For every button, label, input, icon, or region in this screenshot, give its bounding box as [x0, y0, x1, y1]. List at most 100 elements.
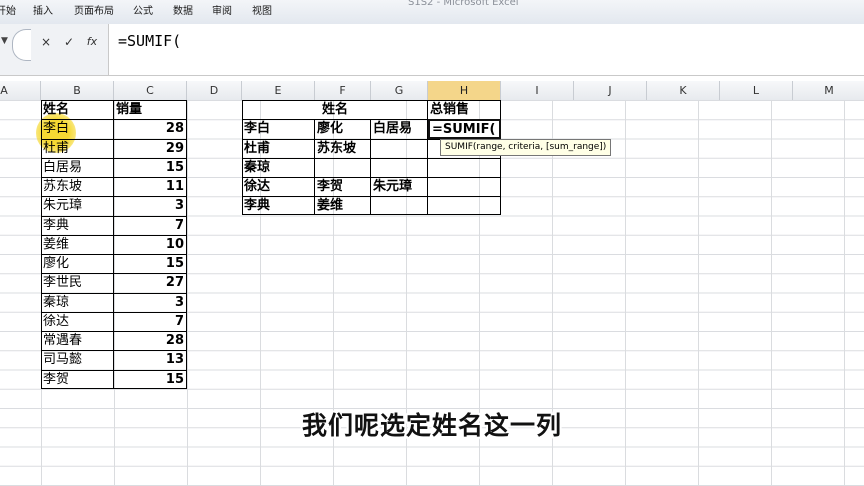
name-cell[interactable]: 李典	[41, 216, 114, 235]
lookup-name-cell[interactable]: 李贺	[315, 177, 371, 196]
name-cell[interactable]: 李白	[41, 119, 114, 138]
lookup-name-cell[interactable]	[371, 158, 428, 177]
sales-cell[interactable]: 13	[114, 350, 187, 369]
header-name-cell[interactable]: 姓名	[41, 100, 114, 119]
function-tooltip: SUMIF(range, criteria, [sum_range])	[440, 139, 612, 156]
table-row-line	[41, 177, 187, 178]
column-header-i[interactable]: I	[501, 81, 574, 100]
column-header-l[interactable]: L	[720, 81, 793, 100]
lookup-name-cell[interactable]	[315, 158, 371, 177]
table-row-line	[41, 234, 187, 236]
table-column-line	[113, 100, 114, 389]
cancel-icon[interactable]: ×	[36, 33, 56, 51]
sales-cell[interactable]: 27	[114, 273, 187, 292]
video-subtitle: 我们呢选定姓名这一列	[301, 411, 562, 440]
name-box-area: ▼ × ✓ fx	[0, 24, 109, 75]
tab-page-layout[interactable]: 页面布局	[74, 3, 114, 21]
name-cell[interactable]: 常遇春	[41, 331, 114, 350]
sales-cell[interactable]: 11	[114, 177, 187, 196]
name-cell[interactable]: 廖化	[41, 254, 114, 273]
tab-data[interactable]: 数据	[173, 3, 193, 21]
name-cell[interactable]: 秦琼	[41, 293, 114, 312]
active-cell-formula: =SUMIF(	[432, 122, 496, 137]
header-total-sales-cell[interactable]: 总销售	[428, 100, 501, 119]
sales-cell[interactable]: 29	[114, 139, 187, 158]
tab-home[interactable]: 开始	[0, 3, 16, 21]
name-cell[interactable]: 白居易	[41, 158, 114, 177]
column-header-f[interactable]: F	[315, 81, 371, 100]
lookup-name-cell[interactable]: 廖化	[315, 119, 371, 138]
table-row-line	[41, 215, 187, 217]
enter-icon[interactable]: ✓	[59, 33, 79, 51]
lookup-name-cell[interactable]: 杜甫	[242, 139, 315, 158]
table-row-line	[41, 138, 187, 140]
name-box[interactable]	[12, 29, 31, 61]
lookup-name-cell[interactable]: 朱元璋	[371, 177, 428, 196]
lookup-name-cell[interactable]: 李白	[242, 119, 315, 138]
lookup-name-cell[interactable]: 李典	[242, 196, 315, 215]
column-header-d[interactable]: D	[187, 81, 242, 100]
sales-cell[interactable]: 15	[114, 158, 187, 177]
sales-cell[interactable]: 28	[114, 119, 187, 138]
table-row-line	[41, 292, 187, 294]
formula-bar: ▼ × ✓ fx =SUMIF(	[0, 24, 864, 76]
name-cell[interactable]: 苏东坡	[41, 177, 114, 196]
header-sales-cell[interactable]: 销量	[114, 100, 187, 119]
table-column-line	[370, 119, 371, 215]
formula-input[interactable]: =SUMIF(	[118, 31, 181, 51]
name-cell[interactable]: 姜维	[41, 235, 114, 254]
table-column-line	[314, 119, 315, 215]
table-row-line	[242, 157, 501, 159]
tab-review[interactable]: 审阅	[212, 3, 232, 21]
table-row-line	[242, 196, 501, 198]
name-cell[interactable]: 李贺	[41, 370, 114, 389]
table-row-line	[41, 273, 187, 275]
insert-function-icon[interactable]: fx	[82, 33, 102, 51]
header-name-merged-cell[interactable]: 姓名	[242, 100, 428, 119]
sales-cell[interactable]: 7	[114, 216, 187, 235]
dropdown-arrow-icon[interactable]: ▼	[1, 36, 8, 46]
table-row-line	[41, 311, 187, 313]
name-cell[interactable]: 李世民	[41, 273, 114, 292]
lookup-name-cell[interactable]: 苏东坡	[315, 139, 371, 158]
column-header-g[interactable]: G	[371, 81, 428, 100]
name-cell[interactable]: 杜甫	[41, 139, 114, 158]
column-header-b[interactable]: B	[41, 81, 114, 100]
column-header-k[interactable]: K	[647, 81, 720, 100]
lookup-name-cell[interactable]	[371, 139, 428, 158]
sales-cell[interactable]: 15	[114, 370, 187, 389]
table-row-line	[41, 157, 187, 159]
name-cell[interactable]: 司马懿	[41, 350, 114, 369]
window-title: S1S2 - Microsoft Excel	[408, 0, 519, 8]
sales-cell[interactable]: 10	[114, 235, 187, 254]
table-row-line	[41, 254, 187, 255]
column-header-e[interactable]: E	[242, 81, 315, 100]
tab-formulas[interactable]: 公式	[133, 3, 153, 21]
name-cell[interactable]: 徐达	[41, 312, 114, 331]
tab-insert[interactable]: 插入	[33, 3, 53, 21]
column-header-j[interactable]: J	[574, 81, 647, 100]
table-row-line	[41, 196, 187, 198]
lookup-name-cell[interactable]: 姜维	[315, 196, 371, 215]
sales-cell[interactable]: 7	[114, 312, 187, 331]
sales-cell[interactable]: 3	[114, 196, 187, 215]
name-cell[interactable]: 朱元璋	[41, 196, 114, 215]
ribbon-tab-bar: S1S2 - Microsoft Excel 开始 插入 页面布局 公式 数据 …	[0, 0, 864, 25]
lookup-name-cell[interactable]	[371, 196, 428, 215]
tab-view[interactable]: 视图	[252, 3, 272, 21]
column-header-a[interactable]: A	[0, 81, 41, 100]
table-row-line	[41, 119, 187, 121]
sales-cell[interactable]: 28	[114, 331, 187, 350]
active-cell-h[interactable]: =SUMIF(	[428, 119, 501, 139]
lookup-name-cell[interactable]: 徐达	[242, 177, 315, 196]
sales-cell[interactable]: 3	[114, 293, 187, 312]
table-row-line	[41, 331, 187, 332]
sales-cell[interactable]: 15	[114, 254, 187, 273]
column-header-row: A B C D E F G H I J K L M	[0, 81, 864, 101]
lookup-name-cell[interactable]: 白居易	[371, 119, 428, 138]
lookup-name-cell[interactable]: 秦琼	[242, 158, 315, 177]
column-header-m[interactable]: M	[793, 81, 864, 100]
column-header-c[interactable]: C	[114, 81, 187, 100]
column-header-h[interactable]: H	[428, 81, 501, 100]
table-column-line	[427, 100, 428, 215]
